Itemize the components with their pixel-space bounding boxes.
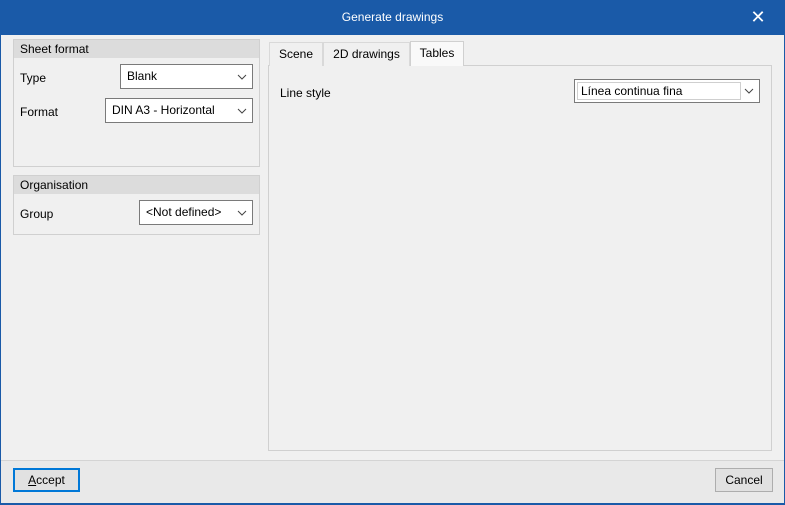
title-bar: Generate drawings [0,0,785,35]
line-style-select[interactable]: Línea continua fina [574,79,760,103]
close-button[interactable]: ✕ [743,0,773,35]
tab-label: Scene [278,47,314,61]
organisation-header: Organisation [14,176,259,194]
format-select[interactable]: DIN A3 - Horizontal [105,98,253,123]
tables-tab-panel [268,65,772,451]
tab-tables[interactable]: Tables [410,41,464,66]
group-select[interactable]: <Not defined> [139,200,253,225]
cancel-label: Cancel [725,473,763,487]
accept-label: ccept [36,473,65,487]
format-value: DIN A3 - Horizontal [112,103,215,117]
group-label: Group [20,207,54,221]
sheet-format-header: Sheet format [14,40,259,58]
tab-scene[interactable]: Scene [269,42,323,66]
dialog-footer [1,460,784,503]
group-value: <Not defined> [146,205,222,219]
chevron-down-icon [237,210,247,216]
type-select[interactable]: Blank [120,64,253,89]
chevron-down-icon [744,88,754,94]
close-icon: ✕ [750,7,766,27]
accept-button[interactable]: Accept [13,468,80,492]
chevron-down-icon [237,108,247,114]
line-style-value: Línea continua fina [577,82,741,100]
window-title: Generate drawings [341,10,444,24]
type-label: Type [20,71,47,85]
accept-access-key: A [28,473,37,487]
line-style-label: Line style [280,86,331,100]
tab-2d-drawings[interactable]: 2D drawings [323,42,410,66]
tab-label: Tables [419,46,455,60]
type-value: Blank [127,69,158,83]
format-label: Format [20,105,59,119]
chevron-down-icon [237,74,247,80]
cancel-button[interactable]: Cancel [715,468,773,492]
tab-label: 2D drawings [333,47,400,61]
